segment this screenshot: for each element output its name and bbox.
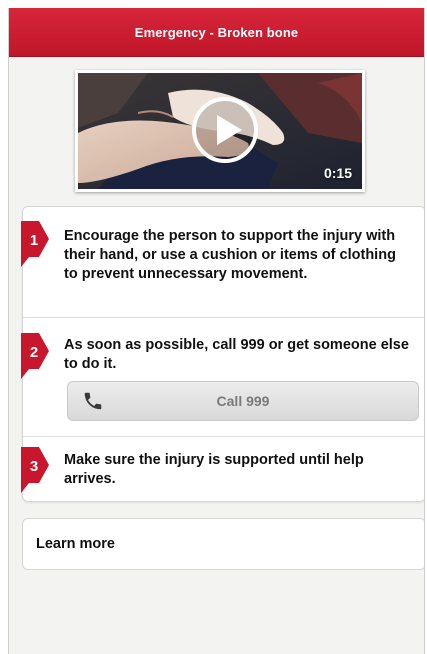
video-player[interactable]: 0:15 [75, 70, 365, 192]
app-screen: Emergency - Broken bone 0:15 Encourage t… [8, 8, 425, 654]
video-duration: 0:15 [323, 165, 352, 181]
step-number-badge-2: 2 [21, 333, 49, 379]
play-icon[interactable] [190, 95, 260, 165]
step-2-text: As soon as possible, call 999 or get som… [64, 337, 409, 372]
call-999-label: Call 999 [216, 393, 270, 409]
step-number-badge-3: 3 [21, 447, 49, 493]
step-3-text: Make sure the injury is supported until … [64, 452, 364, 487]
learn-more-button[interactable]: Learn more [22, 518, 424, 570]
step-2: As soon as possible, call 999 or get som… [23, 317, 424, 437]
step-3: Make sure the injury is supported until … [23, 436, 424, 501]
step-number-3: 3 [30, 458, 38, 475]
page-title: Emergency - Broken bone [134, 24, 299, 40]
step-1-text: Encourage the person to support the inju… [64, 228, 396, 282]
step-number-2: 2 [30, 344, 38, 361]
phone-icon [84, 392, 102, 410]
app-header: Emergency - Broken bone [9, 8, 424, 57]
steps-card: Encourage the person to support the inju… [21, 206, 424, 502]
step-1: Encourage the person to support the inju… [23, 207, 424, 318]
learn-more-label: Learn more [36, 536, 115, 552]
call-999-button[interactable]: Call 999 [67, 381, 419, 421]
step-number-badge-1: 1 [21, 221, 49, 267]
step-number-1: 1 [30, 232, 38, 249]
